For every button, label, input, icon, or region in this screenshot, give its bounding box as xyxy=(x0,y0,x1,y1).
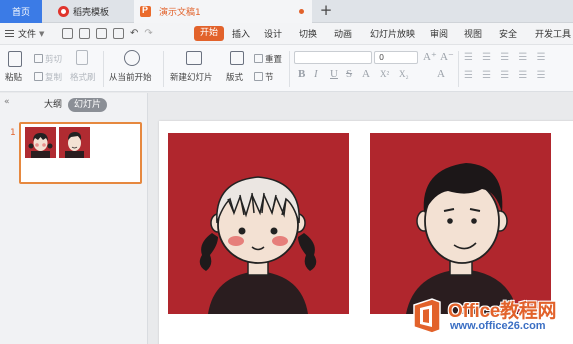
divider xyxy=(458,51,459,87)
italic-button[interactable]: I xyxy=(314,68,318,80)
reset-label: 重置 xyxy=(265,55,283,65)
unsaved-dot-icon xyxy=(299,9,304,14)
tab-document[interactable]: 演示文稿1 xyxy=(134,0,312,23)
new-slide-button[interactable]: 新建幻灯片 xyxy=(170,71,213,83)
girl-thumbnail-image xyxy=(25,127,56,158)
play-from-current-button[interactable]: 从当前开始 xyxy=(109,71,152,83)
tab-templates[interactable]: 稻壳模板 xyxy=(48,0,132,23)
menu-tab-transitions[interactable]: 切换 xyxy=(299,27,317,40)
slide-number: 1 xyxy=(10,128,16,138)
presentation-icon xyxy=(140,5,151,17)
copy-label: 复制 xyxy=(45,73,63,83)
tab-document-label: 演示文稿1 xyxy=(159,8,201,18)
list-format-icons[interactable]: ☰ ☰ ☰ ☰ ☰ xyxy=(464,52,549,63)
layout-icon xyxy=(230,51,244,65)
watermark-url: www.office26.com xyxy=(450,320,546,332)
bold-button[interactable]: B xyxy=(298,68,305,80)
text-shadow-button[interactable]: A xyxy=(362,68,370,80)
file-menu[interactable]: 文件 ▼ xyxy=(5,27,44,40)
menu-icon xyxy=(5,30,14,37)
menu-tab-home[interactable]: 开始 xyxy=(194,26,224,41)
collapse-pane-icon[interactable]: « xyxy=(4,97,10,107)
reset-icon xyxy=(254,54,263,63)
paste-icon[interactable] xyxy=(8,51,22,67)
menu-tab-developer[interactable]: 开发工具 xyxy=(535,27,571,40)
format-painter-icon xyxy=(76,50,88,65)
slides-tab[interactable]: 幻灯片 xyxy=(68,98,108,112)
menu-tab-security[interactable]: 安全 xyxy=(499,27,517,40)
align-format-icons[interactable]: ☰ ☰ ☰ ☰ ☰ xyxy=(464,70,549,81)
section-icon xyxy=(254,72,263,81)
office-logo-icon xyxy=(413,298,441,334)
wps-logo-icon xyxy=(58,6,69,17)
print-icon[interactable] xyxy=(96,28,107,39)
menu-tab-insert[interactable]: 插入 xyxy=(232,27,250,40)
new-slide-icon xyxy=(186,51,202,65)
tab-home[interactable]: 首页 xyxy=(0,0,42,23)
font-name-select[interactable] xyxy=(294,51,372,64)
font-size-select[interactable]: 0 xyxy=(374,51,418,64)
font-color-button[interactable]: A xyxy=(437,68,445,80)
menu-tab-view[interactable]: 视图 xyxy=(464,27,482,40)
girl-illustration[interactable] xyxy=(168,133,349,314)
section-button[interactable]: 节 xyxy=(254,71,274,83)
menu-tab-design[interactable]: 设计 xyxy=(264,27,282,40)
quick-access-toolbar: ↶ ↷ xyxy=(62,28,153,39)
ribbon: 粘贴 剪切 复制 格式刷 从当前开始 新建幻灯片 版式 重置 节 0 A⁺ A⁻… xyxy=(0,45,573,92)
reset-button[interactable]: 重置 xyxy=(254,53,282,65)
divider xyxy=(163,51,164,87)
shrink-font-button[interactable]: A⁻ xyxy=(440,50,454,63)
export-icon[interactable] xyxy=(79,28,90,39)
boy-illustration[interactable] xyxy=(370,133,551,314)
new-tab-button[interactable]: + xyxy=(318,1,334,19)
subscript-button[interactable]: X₂ xyxy=(399,69,409,79)
chevron-down-icon: ▼ xyxy=(39,29,45,38)
divider xyxy=(103,51,104,87)
undo-icon[interactable]: ↶ xyxy=(130,28,138,39)
redo-icon[interactable]: ↷ xyxy=(144,28,152,39)
menu-tab-slideshow[interactable]: 幻灯片放映 xyxy=(370,27,415,40)
tab-home-label: 首页 xyxy=(11,8,30,18)
save-icon[interactable] xyxy=(62,28,73,39)
watermark: Office教程网 www.office26.com xyxy=(408,296,568,340)
underline-button[interactable]: U xyxy=(330,68,338,80)
slide-thumbnail[interactable] xyxy=(19,122,142,184)
cut-label: 剪切 xyxy=(45,55,63,65)
outline-tab[interactable]: 大纲 xyxy=(38,98,68,112)
divider xyxy=(289,51,290,87)
copy-button[interactable]: 复制 xyxy=(34,71,62,83)
section-label: 节 xyxy=(265,73,274,83)
preview-icon[interactable] xyxy=(113,28,124,39)
boy-thumbnail-image xyxy=(59,127,90,158)
tab-bar: 首页 稻壳模板 演示文稿1 + xyxy=(0,0,573,23)
file-menu-label: 文件 xyxy=(18,30,37,40)
scissors-icon xyxy=(34,54,43,63)
play-icon xyxy=(124,50,140,66)
slides-pane: « 大纲 幻灯片 1 xyxy=(0,93,148,344)
menu-bar: 文件 ▼ ↶ ↷ 开始 插入 设计 切换 动画 幻灯片放映 审阅 视图 安全 开… xyxy=(0,23,573,45)
format-painter-button[interactable]: 格式刷 xyxy=(70,71,96,83)
strikethrough-button[interactable]: S xyxy=(346,68,352,80)
paste-button[interactable]: 粘贴 xyxy=(5,71,22,83)
layout-button[interactable]: 版式 xyxy=(226,71,243,83)
tab-templates-label: 稻壳模板 xyxy=(73,8,110,18)
superscript-button[interactable]: X² xyxy=(380,69,389,79)
copy-icon xyxy=(34,72,43,81)
menu-tab-animations[interactable]: 动画 xyxy=(334,27,352,40)
watermark-title: Office教程网 xyxy=(448,301,557,322)
cut-button[interactable]: 剪切 xyxy=(34,53,62,65)
grow-font-button[interactable]: A⁺ xyxy=(423,50,437,63)
menu-tab-review[interactable]: 审阅 xyxy=(430,27,448,40)
